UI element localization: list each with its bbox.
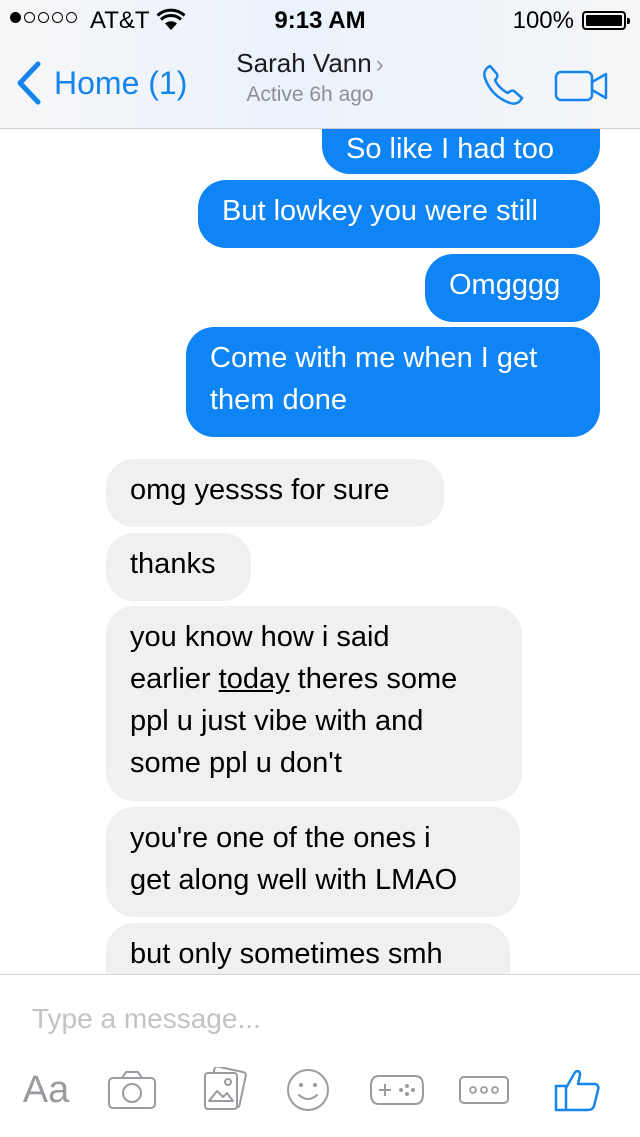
game-controller-icon [370, 1075, 424, 1105]
outgoing-message[interactable]: But lowkey you were still [198, 180, 600, 248]
incoming-message[interactable]: omg yessss for sure [106, 459, 444, 527]
more-icon [459, 1076, 509, 1104]
message-input[interactable]: Type a message... [32, 1003, 261, 1035]
text-format-button[interactable]: Aa [18, 1065, 74, 1115]
message-thread[interactable]: So like I had too But lowkey you were st… [0, 0, 640, 974]
camera-icon [108, 1071, 156, 1109]
incoming-message[interactable]: thanks [106, 533, 251, 601]
contact-header[interactable]: Sarah Vann › Active 6h ago [200, 48, 420, 107]
incoming-message[interactable]: you know how i said earlier today theres… [106, 606, 522, 801]
outgoing-message[interactable]: Omgggg [425, 254, 600, 322]
composer-toolbar: Aa [0, 1065, 640, 1125]
thumbs-up-icon [554, 1069, 600, 1112]
contact-active-status: Active 6h ago [246, 83, 374, 106]
incoming-message[interactable]: but only sometimes smh [106, 923, 510, 974]
status-bar: AT&T 9:13 AM 100% [0, 0, 640, 40]
back-button-label: Home (1) [54, 64, 188, 101]
chevron-left-icon [17, 61, 41, 105]
message-line: them done [210, 384, 348, 416]
like-button[interactable] [550, 1065, 604, 1115]
navigation-header: AT&T 9:13 AM 100% Home (1) Sarah Vann › A… [0, 0, 640, 129]
message-line: some ppl u don't [130, 747, 342, 779]
detected-date-link[interactable]: today [219, 663, 290, 695]
back-button[interactable]: Home (1) [14, 60, 187, 106]
photo-gallery-icon [204, 1067, 247, 1110]
video-camera-icon [554, 70, 608, 102]
outgoing-message[interactable]: Come with me when I get them done [186, 327, 600, 437]
camera-button[interactable] [104, 1065, 160, 1115]
message-line: ppl u just vibe with and [130, 705, 424, 737]
chevron-right-icon: › [375, 51, 384, 78]
emoji-button[interactable] [284, 1065, 332, 1115]
message-line: earlier today theres some [130, 658, 498, 700]
message-composer: Type a message... Aa [0, 974, 640, 1137]
video-call-button[interactable] [554, 66, 610, 106]
phone-icon [483, 64, 524, 105]
contact-name: Sarah Vann [236, 48, 372, 78]
battery-icon [582, 11, 630, 30]
phone-call-button[interactable] [478, 60, 528, 110]
message-line: Come with me when I get [210, 342, 538, 374]
more-options-button[interactable] [456, 1065, 512, 1115]
message-text: earlier [130, 663, 219, 695]
photo-button[interactable] [196, 1065, 252, 1115]
message-line: you're one of the ones i [130, 822, 431, 854]
message-line: get along well with LMAO [130, 864, 458, 896]
message-line: you know how i said [130, 621, 390, 653]
battery-percentage: 100% [512, 7, 574, 34]
incoming-message[interactable]: you're one of the ones i get along well … [106, 807, 520, 917]
smiley-icon [287, 1069, 329, 1111]
games-button[interactable] [368, 1065, 426, 1115]
message-text: theres some [289, 663, 458, 695]
